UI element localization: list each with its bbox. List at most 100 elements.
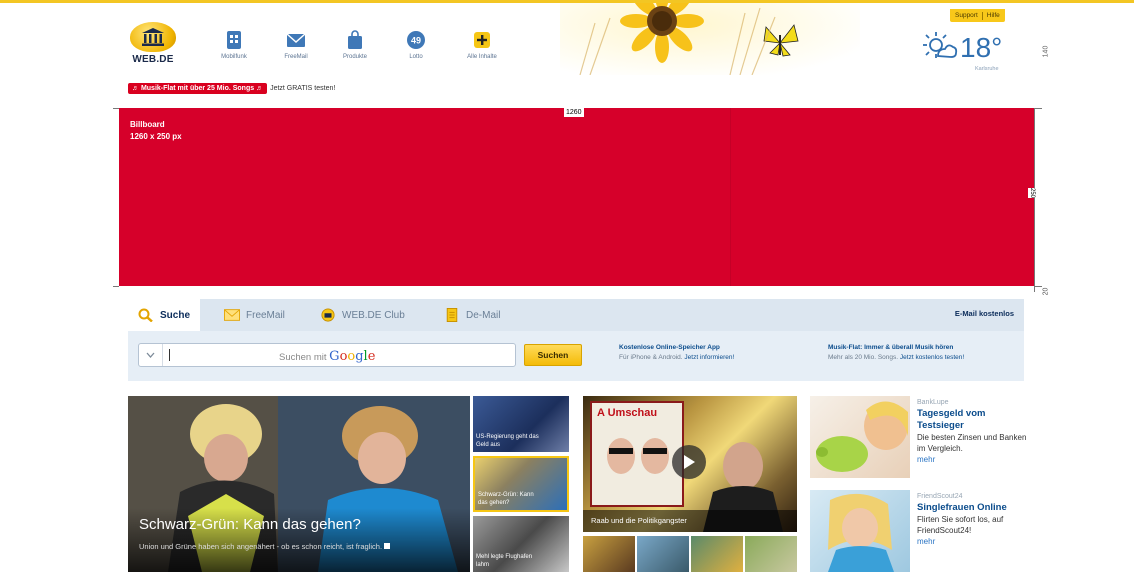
logo-text: WEB.DE xyxy=(132,54,174,65)
search-icon xyxy=(138,308,153,322)
dimension-label-header: 140 xyxy=(1042,45,1050,58)
teaser-headline: Kostenlose Online-Speicher App xyxy=(619,344,720,351)
side-story-2[interactable]: Schwarz-Grün: Kann das gehen? xyxy=(473,456,569,512)
ad-source: FriendScout24 xyxy=(917,493,963,500)
chevron-down-icon[interactable] xyxy=(139,344,163,366)
teaser-headline: Musik-Flat: Immer & überall Musik hören xyxy=(828,344,954,351)
plus-icon xyxy=(471,30,493,50)
billboard-ad[interactable]: Billboard 1260 x 250 px 1260 250 xyxy=(119,108,1036,286)
video-teaser[interactable]: A Umschau Raab und die Politikgangster xyxy=(583,396,797,532)
ad-image-friendscout[interactable] xyxy=(810,490,910,572)
email-kostenlos-link[interactable]: E-Mail kostenlos xyxy=(955,309,1014,318)
billboard-divider xyxy=(730,108,731,286)
teaser-musik-flat[interactable]: Musik-Flat: Immer & überall Musik hören … xyxy=(828,343,964,363)
ad-image-banklupe[interactable] xyxy=(810,396,910,478)
nav-label: Alle Inhalte xyxy=(467,54,497,60)
tab-suche[interactable]: Suche xyxy=(128,299,201,331)
teaser-sub: Mehr als 20 Mio. Songs. Jetzt kostenlos … xyxy=(828,354,965,361)
nav-alle-inhalte[interactable]: Alle Inhalte xyxy=(452,30,512,60)
help-link[interactable]: Hilfe xyxy=(987,12,1000,19)
nav-freemail[interactable]: FreeMail xyxy=(266,30,326,60)
lotto-badge: 49 xyxy=(411,36,421,46)
weather-widget[interactable]: 18° Karlsruhe xyxy=(920,30,1030,72)
temple-icon xyxy=(130,22,176,52)
mail-icon xyxy=(224,309,240,321)
play-icon[interactable] xyxy=(672,445,706,479)
search-button[interactable]: Suchen xyxy=(524,344,582,366)
ad-body: Die besten Zinsen und Banken im Vergleic… xyxy=(917,433,1027,453)
gap-label: 20 xyxy=(1042,287,1050,296)
main-story[interactable]: Schwarz-Grün: Kann das gehen? Union und … xyxy=(128,396,470,572)
teaser-link[interactable]: Jetzt kostenlos testen! xyxy=(900,354,964,361)
tab-label: De-Mail xyxy=(466,309,501,321)
promo-line[interactable]: ♬ Musik-Flat mit über 25 Mio. Songs ♬ Je… xyxy=(128,83,335,94)
tab-webde-club[interactable]: WEB.DE Club xyxy=(320,299,405,331)
main-story-desc: Union und Grüne haben sich angenähert - … xyxy=(139,541,409,552)
search-placeholder: Suchen mit Google xyxy=(279,349,375,364)
ad-body: Flirten Sie sofort los, auf FriendScout2… xyxy=(917,515,1004,535)
promo-text[interactable]: Jetzt GRATIS testen! xyxy=(270,85,335,92)
side-story-caption: Schwarz-Grün: Kann das gehen? xyxy=(478,492,534,506)
nav-lotto[interactable]: 49 Lotto xyxy=(386,30,446,60)
ad-headline[interactable]: Tagesgeld vom Testsieger xyxy=(917,408,1027,432)
nav-mobilfunk[interactable]: Mobilfunk xyxy=(204,30,264,60)
sunflower-header-image xyxy=(560,3,860,75)
billboard-size: 1260 x 250 px xyxy=(130,132,182,141)
text-cursor xyxy=(169,349,170,361)
ad-source: BankLupe xyxy=(917,399,949,406)
dimension-line xyxy=(1034,108,1035,292)
webde-logo[interactable]: WEB.DE xyxy=(128,22,178,70)
support-link[interactable]: Support xyxy=(955,12,978,19)
weather-city: Karlsruhe xyxy=(975,66,999,72)
placeholder-prefix: Suchen mit xyxy=(279,352,327,363)
nav-label: FreeMail xyxy=(284,54,308,60)
ad-more-link[interactable]: mehr xyxy=(917,454,1027,465)
video-thumb[interactable] xyxy=(583,536,635,572)
ad-friendscout[interactable]: FriendScout24 Singlefrauen Online Flirte… xyxy=(917,491,1027,547)
video-thumb[interactable] xyxy=(691,536,743,572)
search-panel: Suche FreeMail WEB.DE Club De-Mail E-Mai… xyxy=(128,299,1024,381)
side-story-caption: US-Regierung geht das Geld aus xyxy=(476,434,539,448)
billboard-name: Billboard xyxy=(130,120,165,129)
search-input[interactable]: Suchen mit Google xyxy=(138,343,516,367)
bag-icon xyxy=(344,30,366,50)
google-logo: Google xyxy=(329,349,376,364)
poster-text: A Umschau xyxy=(597,407,657,419)
support-bar: Support Hilfe xyxy=(950,9,1005,22)
mail-icon xyxy=(285,30,307,50)
promo-tag[interactable]: ♬ Musik-Flat mit über 25 Mio. Songs ♬ xyxy=(128,83,268,94)
ad-headline[interactable]: Singlefrauen Online xyxy=(917,502,1027,514)
ad-more-link[interactable]: mehr xyxy=(917,536,1027,547)
side-story-3[interactable]: Mehl legte Flughafen lahm xyxy=(473,516,569,572)
main-story-title[interactable]: Schwarz-Grün: Kann das gehen? xyxy=(139,516,361,533)
tab-label: Suche xyxy=(160,309,191,321)
teaser-link[interactable]: Jetzt informieren! xyxy=(684,354,734,361)
tab-freemail[interactable]: FreeMail xyxy=(224,299,285,331)
demail-icon xyxy=(446,308,458,322)
billboard-width-label: 1260 xyxy=(564,108,584,117)
sun-cloud-icon xyxy=(923,32,958,58)
nav-produkte[interactable]: Produkte xyxy=(325,30,385,60)
side-story-1[interactable]: US-Regierung geht das Geld aus xyxy=(473,396,569,452)
video-thumb-strip xyxy=(583,536,797,572)
tab-label: FreeMail xyxy=(246,309,285,321)
side-story-caption: Mehl legte Flughafen lahm xyxy=(476,554,533,568)
nav-label: Mobilfunk xyxy=(221,54,247,60)
dimension-tick xyxy=(113,286,119,287)
teaser-sub: Für iPhone & Android. Jetzt informieren! xyxy=(619,354,735,361)
ad-banklupe[interactable]: BankLupe Tagesgeld vom Testsieger Die be… xyxy=(917,397,1027,465)
dimension-tick xyxy=(1034,286,1042,287)
video-thumb[interactable] xyxy=(637,536,689,572)
video-caption: Raab und die Politikgangster xyxy=(591,516,687,525)
search-tabs: Suche FreeMail WEB.DE Club De-Mail E-Mai… xyxy=(128,299,1024,331)
nav-label: Lotto xyxy=(409,54,423,60)
teaser-online-speicher[interactable]: Kostenlose Online-Speicher App Für iPhon… xyxy=(619,343,734,363)
tab-demail[interactable]: De-Mail xyxy=(444,299,500,331)
club-icon xyxy=(321,308,335,322)
mobile-icon xyxy=(223,30,245,50)
temperature: 18° xyxy=(960,32,1003,63)
lotto-icon: 49 xyxy=(405,30,427,50)
billboard-height-label: 250 xyxy=(1028,188,1036,199)
video-thumb[interactable] xyxy=(745,536,797,572)
billboard-title: Billboard 1260 x 250 px xyxy=(130,119,182,143)
